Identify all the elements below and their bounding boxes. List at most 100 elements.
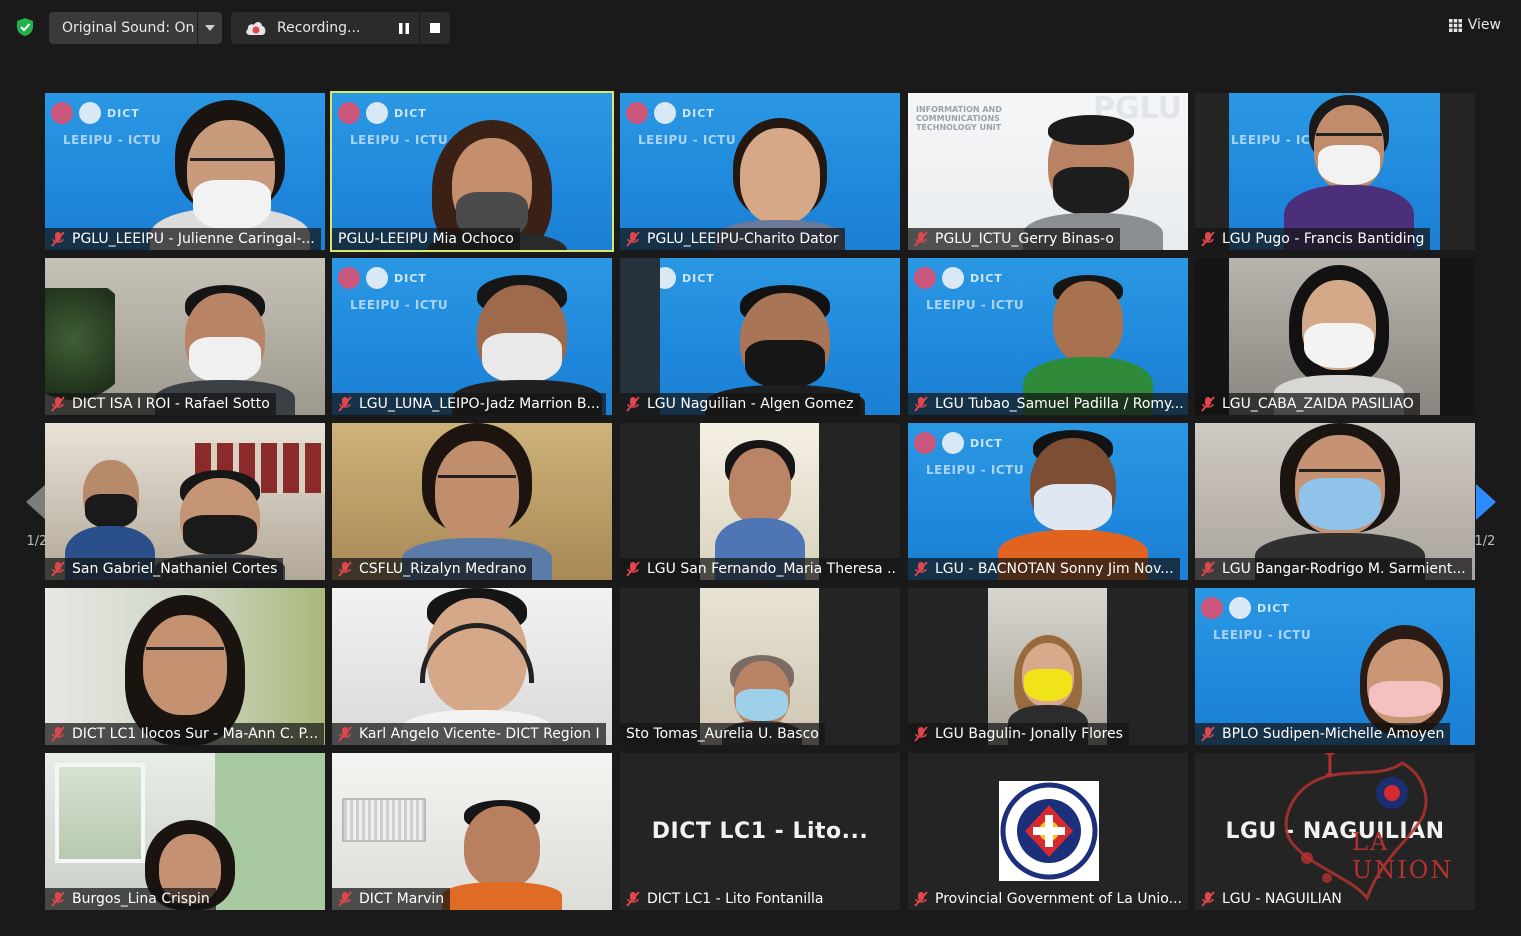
pause-icon xyxy=(399,22,409,34)
participant-name-label: Burgos_Lina Crispin xyxy=(45,888,216,910)
muted-microphone-icon xyxy=(51,396,65,412)
participant-tile[interactable]: LGU_CABA_ZAIDA PASILIAO xyxy=(1195,258,1475,415)
participant-tile[interactable]: DICT LC1 Ilocos Sur - Ma-Ann C. P... xyxy=(45,588,325,745)
participant-name-label: DICT LC1 Ilocos Sur - Ma-Ann C. P... xyxy=(45,723,325,745)
stop-icon xyxy=(430,23,440,33)
video-feed xyxy=(1229,258,1440,415)
participant-tile[interactable]: LGU Bagulin- Jonally Flores xyxy=(908,588,1188,745)
video-feed xyxy=(332,753,612,910)
muted-microphone-icon xyxy=(626,891,640,907)
participant-tile[interactable]: DICT LEEIPU - ICTU PGLU_LEEIPU-Charito D… xyxy=(620,93,900,250)
recording-indicator: Recording... xyxy=(231,12,389,44)
chevron-down-icon xyxy=(205,25,215,31)
participant-name-label: CSFLU_Rizalyn Medrano xyxy=(332,558,533,580)
stop-recording-button[interactable] xyxy=(420,12,450,44)
participant-tile[interactable]: DICT ISA I ROI - Rafael Sotto xyxy=(45,258,325,415)
view-button[interactable]: View xyxy=(1448,14,1501,36)
participant-tile-active-speaker[interactable]: DICT LEEIPU - ICTU PGLU-LEEIPU Mia Ochoc… xyxy=(330,91,614,252)
participant-display-name: LGU - NAGUILIAN xyxy=(1225,819,1445,844)
pause-recording-button[interactable] xyxy=(389,12,419,44)
muted-microphone-icon xyxy=(626,231,640,247)
participant-tile[interactable]: DICT LEEIPU - ICTU LGU_LUNA_LEIPO-Jadz M… xyxy=(332,258,612,415)
video-feed: DICT LEEIPU - ICTU xyxy=(908,423,1188,580)
participant-tile-video-off[interactable]: DICT LC1 - Lito... DICT LC1 - Lito Fonta… xyxy=(620,753,900,910)
participant-name-label: LGU_LUNA_LEIPO-Jadz Marrion B... xyxy=(332,393,606,415)
participant-video xyxy=(402,423,552,580)
participant-name-label: DICT LC1 - Lito Fontanilla xyxy=(620,888,830,910)
dict-logo: DICT xyxy=(1201,594,1311,622)
participant-name-label: Karl Angelo Vicente- DICT Region I xyxy=(332,723,606,745)
video-feed xyxy=(45,588,325,745)
original-sound-label: Original Sound: On xyxy=(62,20,195,36)
participant-name-label: PGLU-LEEIPU Mia Ochoco xyxy=(332,228,520,250)
cloud-recording-icon xyxy=(246,22,266,35)
participant-name-label: LGU San Fernando_Maria Theresa ... xyxy=(620,558,900,580)
participant-video xyxy=(402,588,552,745)
participant-tile[interactable]: DICT LGU Naguilian - Algen Gomez xyxy=(620,258,900,415)
participant-name-label: Provincial Government of La Unio... xyxy=(908,888,1188,910)
participant-tile[interactable]: DICT LEEIPU - ICTU BPLO Sudipen-Michelle… xyxy=(1195,588,1475,745)
video-feed: DICT LEEIPU - ICTU xyxy=(908,258,1188,415)
participant-name-label: LGU - NAGUILIAN xyxy=(1195,888,1348,910)
muted-microphone-icon xyxy=(51,891,65,907)
province-seal-avatar xyxy=(999,781,1099,881)
security-shield-icon[interactable] xyxy=(15,17,35,37)
video-feed xyxy=(45,753,325,910)
participant-name-label: LGU Bagulin- Jonally Flores xyxy=(908,723,1129,745)
gallery-view-grid: DICT LEEIPU - ICTU PGLU_LEEIPU - Julienn… xyxy=(45,91,1475,911)
participant-tile[interactable]: LEEIPU - ICTU LGU Pugo - Francis Bantidi… xyxy=(1195,93,1475,250)
muted-microphone-icon xyxy=(1201,561,1215,577)
muted-microphone-icon xyxy=(338,891,352,907)
participant-tile[interactable]: DICT Marvin xyxy=(332,753,612,910)
muted-microphone-icon xyxy=(1201,891,1215,907)
muted-microphone-icon xyxy=(626,561,640,577)
muted-microphone-icon xyxy=(51,231,65,247)
video-feed xyxy=(700,588,819,745)
video-feed: DICT LEEIPU - ICTU xyxy=(332,258,612,415)
participant-tile[interactable]: San Gabriel_Nathaniel Cortes xyxy=(45,423,325,580)
participant-name-label: LGU Bangar-Rodrigo M. Sarmient... xyxy=(1195,558,1472,580)
participant-video xyxy=(1284,95,1414,250)
participant-tile[interactable]: DICT LEEIPU - ICTU LGU Tubao_Samuel Padi… xyxy=(908,258,1188,415)
video-feed: DICT LEEIPU - ICTU xyxy=(1195,588,1475,745)
leeipu-banner-text: LEEIPU - ICTU xyxy=(350,298,449,312)
participant-tile-video-off[interactable]: LGU - NAGUILIAN LGU - NAGUILIAN xyxy=(1195,753,1475,910)
participant-name-label: DICT ISA I ROI - Rafael Sotto xyxy=(45,393,276,415)
video-feed: DICT LEEIPU - ICTU xyxy=(620,93,900,250)
muted-microphone-icon xyxy=(1201,396,1215,412)
participant-tile[interactable]: CSFLU_Rizalyn Medrano xyxy=(332,423,612,580)
video-feed xyxy=(332,588,612,745)
participant-tile[interactable]: INFORMATION AND COMMUNICATIONS TECHNOLOG… xyxy=(908,93,1188,250)
ictu-banner-text: INFORMATION AND COMMUNICATIONS TECHNOLOG… xyxy=(916,105,1002,132)
muted-microphone-icon xyxy=(914,396,928,412)
leeipu-banner-text: LEEIPU - ICTU xyxy=(926,298,1025,312)
video-feed xyxy=(988,588,1107,745)
participant-tile[interactable]: Karl Angelo Vicente- DICT Region I xyxy=(332,588,612,745)
participant-name-label: LGU Tubao_Samuel Padilla / Romy... xyxy=(908,393,1188,415)
muted-microphone-icon xyxy=(914,726,928,742)
video-feed xyxy=(332,423,612,580)
video-feed: LEEIPU - ICTU xyxy=(1229,93,1440,250)
dict-logo: DICT xyxy=(914,264,1024,292)
participant-name-label: PGLU_LEEIPU-Charito Dator xyxy=(620,228,845,250)
participant-tile[interactable]: LGU Bangar-Rodrigo M. Sarmient... xyxy=(1195,423,1475,580)
participant-name-label: LGU_CABA_ZAIDA PASILIAO xyxy=(1195,393,1420,415)
original-sound-dropdown[interactable] xyxy=(198,12,222,44)
view-label: View xyxy=(1467,17,1501,33)
participant-name-label: LGU - BACNOTAN Sonny Jim Nov... xyxy=(908,558,1180,580)
video-feed xyxy=(45,423,325,580)
participant-tile[interactable]: Sto Tomas_Aurelia U. Basco xyxy=(620,588,900,745)
participant-tile[interactable]: DICT LEEIPU - ICTU PGLU_LEEIPU - Julienn… xyxy=(45,93,325,250)
participant-tile[interactable]: DICT LEEIPU - ICTU LGU - BACNOTAN Sonny … xyxy=(908,423,1188,580)
participant-name-label: Sto Tomas_Aurelia U. Basco xyxy=(620,723,825,745)
video-feed: DICT LEEIPU - ICTU xyxy=(45,93,325,250)
participant-tile-video-off[interactable]: Provincial Government of La Unio... xyxy=(908,753,1188,910)
participant-tile[interactable]: Burgos_Lina Crispin xyxy=(45,753,325,910)
participant-name-label: BPLO Sudipen-Michelle Amoyen xyxy=(1195,723,1451,745)
grid-view-icon xyxy=(1448,18,1462,32)
participant-name-label: San Gabriel_Nathaniel Cortes xyxy=(45,558,284,580)
participant-video xyxy=(1255,423,1425,580)
muted-microphone-icon xyxy=(626,396,640,412)
original-sound-button[interactable]: Original Sound: On xyxy=(49,12,197,44)
participant-tile[interactable]: LGU San Fernando_Maria Theresa ... xyxy=(620,423,900,580)
